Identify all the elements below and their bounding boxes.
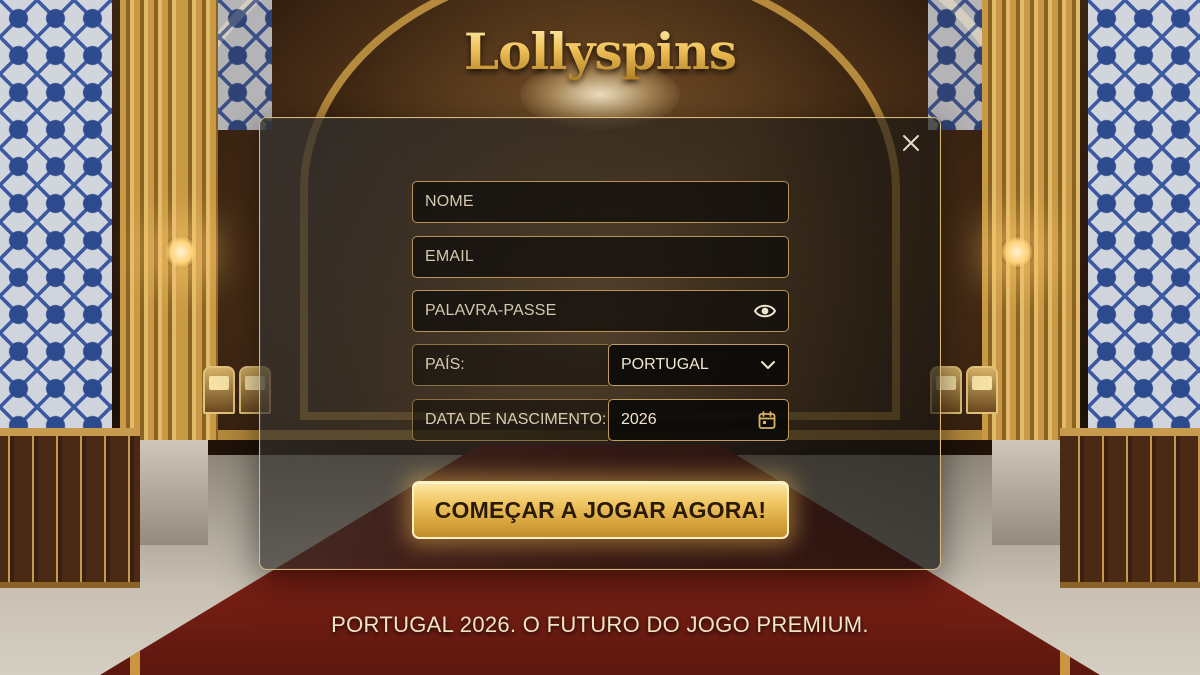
footer-tagline: PORTUGAL 2026. O FUTURO DO JOGO PREMIUM.	[331, 612, 869, 637]
slot-machine	[203, 366, 235, 414]
birthdate-value: 2026	[621, 411, 657, 428]
email-field	[412, 236, 789, 278]
signup-modal: PAÍS: PORTUGAL DATA DE NASCIMENTO: 2026 …	[259, 117, 941, 570]
email-input[interactable]	[425, 237, 745, 277]
birthdate-input[interactable]: 2026	[608, 399, 789, 441]
eye-icon[interactable]	[753, 302, 777, 320]
country-label: PAÍS:	[412, 344, 608, 386]
pillar-base-left	[138, 440, 208, 545]
counter-right	[1060, 428, 1200, 588]
country-select[interactable]: PORTUGAL	[608, 344, 789, 386]
pillar-base-right	[992, 440, 1062, 545]
calendar-icon[interactable]	[758, 411, 776, 430]
wall-lamp-right	[1000, 235, 1034, 269]
password-input[interactable]	[425, 291, 745, 331]
country-selected-value: PORTUGAL	[621, 356, 709, 373]
brand-logo: Lollyspins	[0, 22, 1200, 81]
password-field	[412, 290, 789, 332]
close-icon[interactable]	[898, 130, 924, 156]
name-input[interactable]	[425, 182, 745, 222]
birthdate-row: DATA DE NASCIMENTO: 2026	[412, 399, 789, 441]
name-field	[412, 181, 789, 223]
birthdate-label: DATA DE NASCIMENTO:	[412, 399, 608, 441]
chevron-down-icon	[760, 358, 776, 372]
country-row: PAÍS: PORTUGAL	[412, 344, 789, 386]
start-playing-button[interactable]: COMEÇAR A JOGAR AGORA!	[412, 481, 789, 539]
slot-machine	[966, 366, 998, 414]
wall-lamp-left	[164, 235, 198, 269]
counter-left	[0, 428, 140, 588]
